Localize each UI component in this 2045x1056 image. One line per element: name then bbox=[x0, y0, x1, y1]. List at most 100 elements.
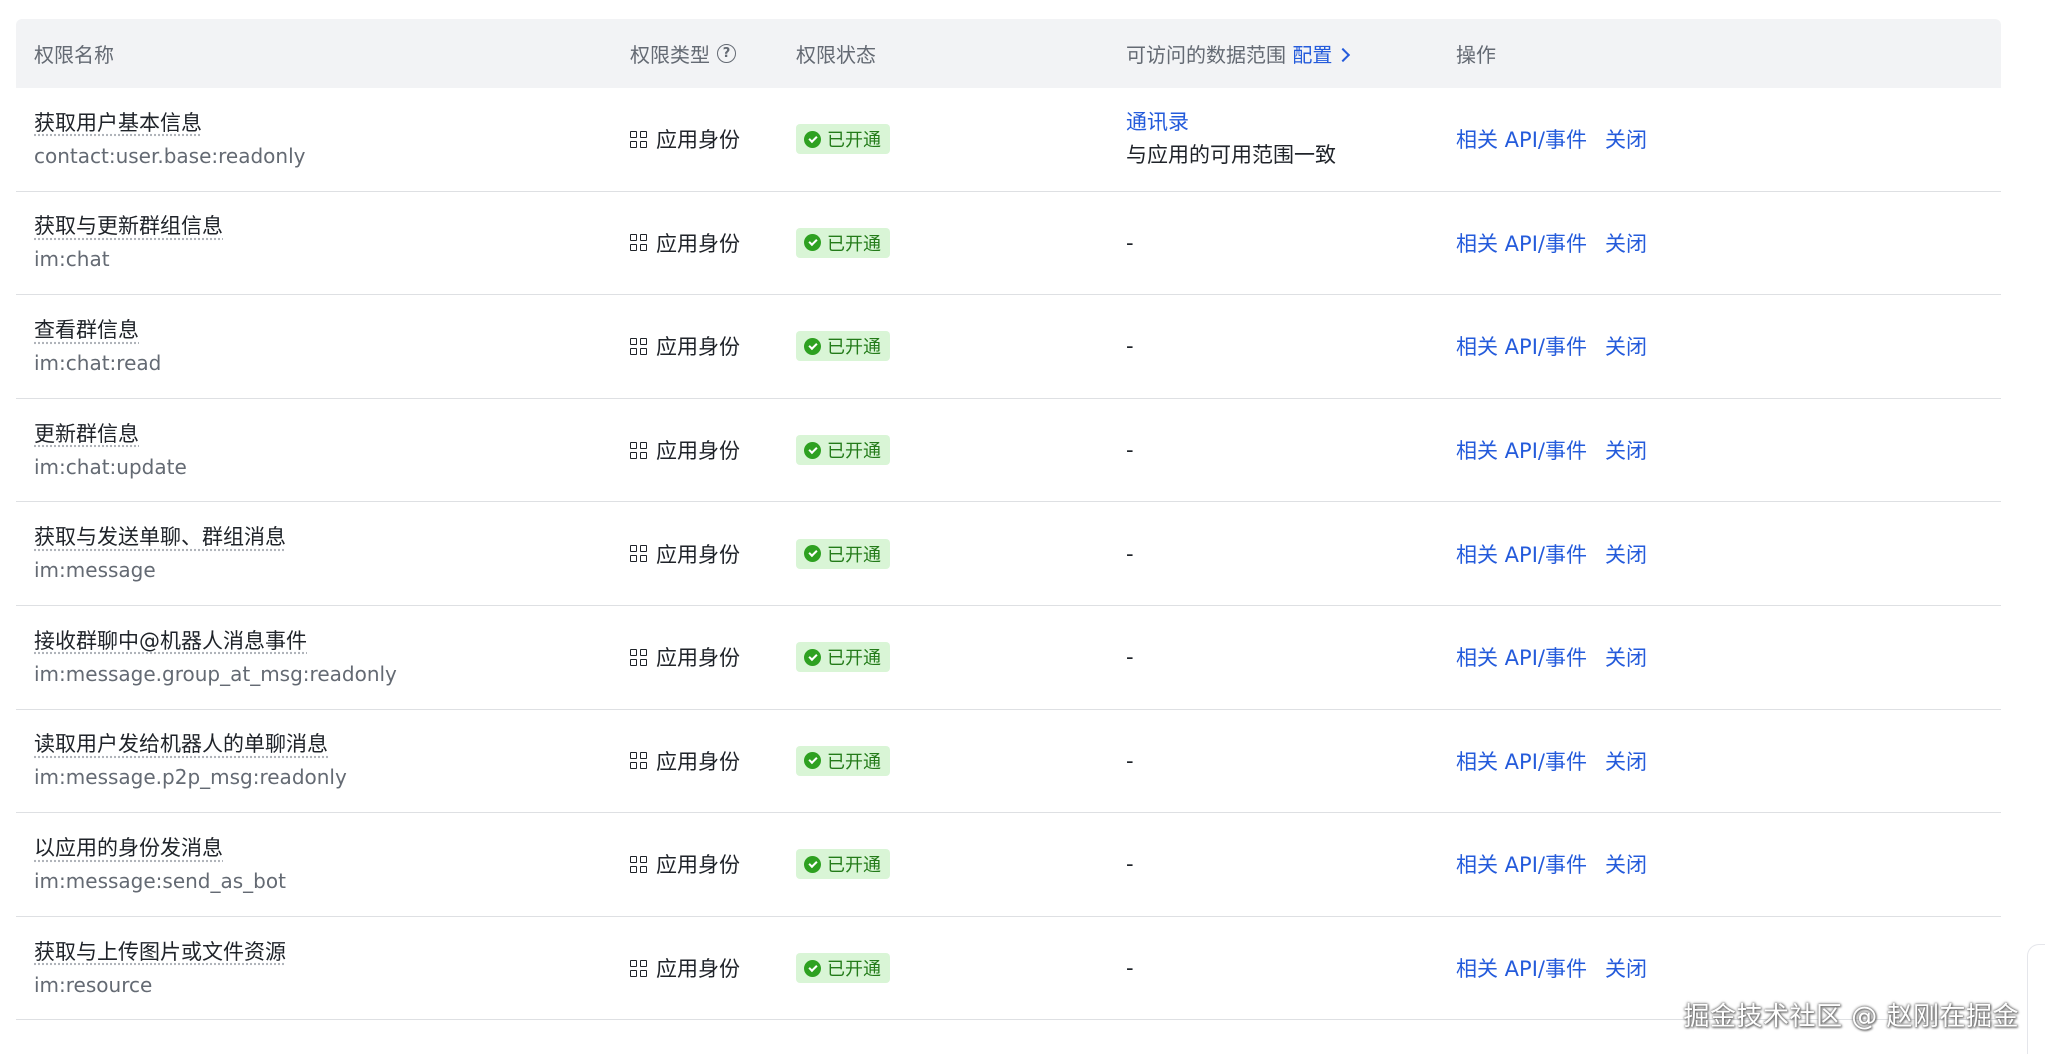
type-label: 应用身份 bbox=[656, 335, 740, 360]
range-empty: - bbox=[1126, 230, 1134, 255]
app-grid-icon bbox=[630, 234, 647, 252]
status-cell: 已开通 bbox=[796, 435, 1126, 466]
table-row: 以应用的身份发消息 im:message:send_as_bot 应用身份 已开通 - 相… bbox=[16, 813, 2001, 917]
header-status: 权限状态 bbox=[796, 43, 876, 67]
permission-scope: im:resource bbox=[34, 972, 153, 997]
permission-name: 接收群聊中@机器人消息事件 bbox=[34, 628, 307, 653]
close-button[interactable]: 关闭 bbox=[1605, 128, 1647, 152]
close-button[interactable]: 关闭 bbox=[1605, 543, 1647, 567]
close-button[interactable]: 关闭 bbox=[1605, 232, 1647, 256]
permission-scope: im:message.group_at_msg:readonly bbox=[34, 661, 397, 686]
related-api-link[interactable]: 相关 API/事件 bbox=[1456, 335, 1587, 359]
help-icon[interactable]: ? bbox=[717, 44, 736, 63]
range-cell: - bbox=[1126, 852, 1456, 876]
type-cell: 应用身份 bbox=[630, 228, 796, 258]
permission-scope: im:message:send_as_bot bbox=[34, 868, 286, 893]
type-cell: 应用身份 bbox=[630, 953, 796, 983]
header-range: 可访问的数据范围 配置 bbox=[1126, 39, 1456, 68]
app-grid-icon bbox=[630, 959, 647, 977]
permission-name: 获取用户基本信息 bbox=[34, 110, 202, 135]
table-row: 获取与发送单聊、群组消息 im:message 应用身份 已开通 - 相关 API/事件关… bbox=[16, 502, 2001, 606]
related-api-link[interactable]: 相关 API/事件 bbox=[1456, 232, 1587, 256]
type-tag: 应用身份 bbox=[630, 849, 740, 879]
type-tag: 应用身份 bbox=[630, 435, 740, 465]
type-cell: 应用身份 bbox=[630, 642, 796, 672]
permission-cell: 查看群信息 im:chat:read bbox=[16, 314, 630, 379]
type-label: 应用身份 bbox=[656, 646, 740, 671]
app-grid-icon bbox=[630, 545, 647, 563]
permission-scope: im:chat:update bbox=[34, 454, 187, 479]
permission-cell: 更新群信息 im:chat:update bbox=[16, 418, 630, 483]
status-badge: 已开通 bbox=[796, 953, 890, 984]
type-label: 应用身份 bbox=[656, 853, 740, 878]
permission-name: 查看群信息 bbox=[34, 317, 139, 342]
related-api-link[interactable]: 相关 API/事件 bbox=[1456, 543, 1587, 567]
permissions-table: 权限名称 权限类型 ? 权限状态 可访问的数据范围 配置 操作 获取用户基本信息… bbox=[16, 19, 2001, 1021]
related-api-link[interactable]: 相关 API/事件 bbox=[1456, 853, 1587, 877]
header-name: 权限名称 bbox=[34, 43, 114, 67]
related-api-link[interactable]: 相关 API/事件 bbox=[1456, 750, 1587, 774]
chevron-right-icon bbox=[1336, 47, 1351, 63]
range-empty: - bbox=[1126, 541, 1134, 566]
related-api-link[interactable]: 相关 API/事件 bbox=[1456, 957, 1587, 981]
status-badge: 已开通 bbox=[796, 745, 890, 776]
check-circle-icon bbox=[804, 234, 821, 252]
range-cell: - bbox=[1126, 334, 1456, 358]
close-button[interactable]: 关闭 bbox=[1605, 853, 1647, 877]
related-api-link[interactable]: 相关 API/事件 bbox=[1456, 128, 1587, 152]
check-circle-icon bbox=[804, 752, 821, 770]
header-ops: 操作 bbox=[1456, 43, 1496, 67]
type-tag: 应用身份 bbox=[630, 331, 740, 361]
permission-name: 以应用的身份发消息 bbox=[34, 835, 223, 860]
permission-cell: 接收群聊中@机器人消息事件 im:message.group_at_msg:rea… bbox=[16, 625, 630, 690]
permission-name: 读取用户发给机器人的单聊消息 bbox=[34, 732, 328, 757]
table-body: 获取用户基本信息 contact:user.base:readonly 应用身份 已开… bbox=[16, 88, 2001, 1021]
related-api-link[interactable]: 相关 API/事件 bbox=[1456, 439, 1587, 463]
close-button[interactable]: 关闭 bbox=[1605, 646, 1647, 670]
table-row: 获取用户基本信息 contact:user.base:readonly 应用身份 已开… bbox=[16, 88, 2001, 192]
app-grid-icon bbox=[630, 337, 647, 355]
type-label: 应用身份 bbox=[656, 439, 740, 464]
watermark: 掘金技术社区 @ 赵刚在掘金 bbox=[1683, 1002, 2019, 1032]
status-cell: 已开通 bbox=[796, 642, 1126, 673]
status-label: 已开通 bbox=[827, 751, 881, 773]
check-circle-icon bbox=[804, 959, 821, 977]
status-cell: 已开通 bbox=[796, 331, 1126, 362]
range-link[interactable]: 通讯录 bbox=[1126, 106, 1456, 139]
range-cell: - bbox=[1126, 645, 1456, 669]
type-label: 应用身份 bbox=[656, 749, 740, 774]
range-cell: - bbox=[1126, 956, 1456, 980]
status-badge: 已开通 bbox=[796, 435, 890, 466]
type-label: 应用身份 bbox=[656, 128, 740, 153]
type-label: 应用身份 bbox=[656, 231, 740, 256]
permission-cell: 以应用的身份发消息 im:message:send_as_bot bbox=[16, 832, 630, 897]
ops-cell: 相关 API/事件 关闭 bbox=[1456, 331, 2001, 361]
check-circle-icon bbox=[804, 130, 821, 148]
status-cell: 已开通 bbox=[796, 227, 1126, 258]
status-label: 已开通 bbox=[827, 441, 881, 463]
status-badge: 已开通 bbox=[796, 124, 890, 155]
range-cell: - bbox=[1126, 231, 1456, 255]
close-button[interactable]: 关闭 bbox=[1605, 335, 1647, 359]
permission-scope: im:chat bbox=[34, 247, 110, 272]
status-badge: 已开通 bbox=[796, 227, 890, 258]
type-tag: 应用身份 bbox=[630, 642, 740, 672]
config-link[interactable]: 配置 bbox=[1292, 43, 1351, 67]
permission-name: 获取与上传图片或文件资源 bbox=[34, 939, 286, 964]
status-cell: 已开通 bbox=[796, 849, 1126, 880]
close-button[interactable]: 关闭 bbox=[1605, 957, 1647, 981]
app-grid-icon bbox=[630, 441, 647, 459]
status-cell: 已开通 bbox=[796, 953, 1126, 984]
related-api-link[interactable]: 相关 API/事件 bbox=[1456, 646, 1587, 670]
range-cell: - bbox=[1126, 542, 1456, 566]
permission-cell: 获取与上传图片或文件资源 im:resource bbox=[16, 936, 630, 1001]
range-empty: - bbox=[1126, 956, 1134, 981]
close-button[interactable]: 关闭 bbox=[1605, 439, 1647, 463]
ops-cell: 相关 API/事件 关闭 bbox=[1456, 435, 2001, 465]
table-header: 权限名称 权限类型 ? 权限状态 可访问的数据范围 配置 操作 bbox=[16, 19, 2001, 88]
close-button[interactable]: 关闭 bbox=[1605, 750, 1647, 774]
config-link-label[interactable]: 配置 bbox=[1292, 43, 1332, 67]
status-label: 已开通 bbox=[827, 959, 881, 981]
range-cell: - bbox=[1126, 438, 1456, 462]
permission-name: 获取与发送单聊、群组消息 bbox=[34, 525, 286, 550]
